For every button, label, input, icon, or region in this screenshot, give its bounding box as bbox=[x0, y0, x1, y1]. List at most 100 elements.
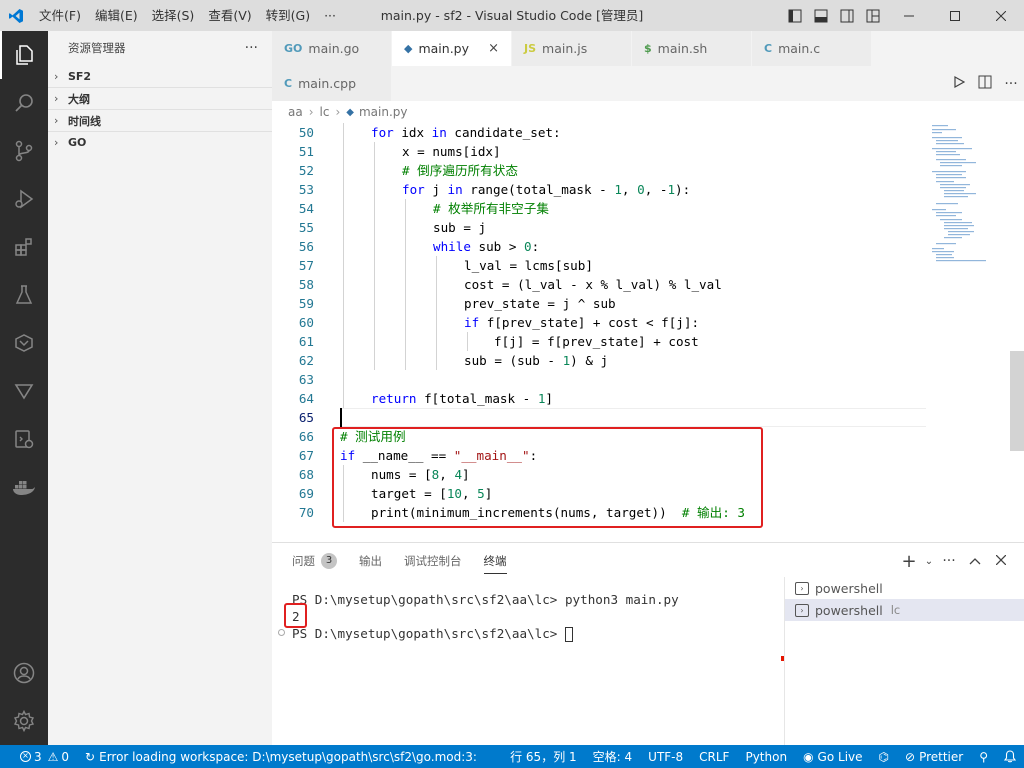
line-number: 60 bbox=[298, 315, 314, 330]
warning-icon: ⚠ bbox=[47, 749, 59, 764]
close-panel-icon[interactable] bbox=[988, 553, 1014, 569]
breadcrumb-lc[interactable]: lc bbox=[320, 105, 330, 119]
section-label: SF2 bbox=[68, 69, 92, 83]
line-number: 50 bbox=[298, 125, 314, 140]
explorer-sidebar: 资源管理器 ··· › SF2 › 大纲 › 时间线 › GO bbox=[48, 31, 272, 745]
testing-flask-icon[interactable] bbox=[0, 271, 48, 319]
close-tab-icon[interactable]: × bbox=[488, 41, 499, 56]
tab-output[interactable]: 输出 bbox=[359, 543, 382, 579]
indentation[interactable]: 空格: 4 bbox=[585, 748, 641, 765]
run-debug-icon[interactable] bbox=[0, 175, 48, 223]
editor-area: GO main.go ◆ main.py × JS main.js $ main… bbox=[272, 31, 1024, 542]
section-label: GO bbox=[68, 136, 87, 149]
menu-more[interactable]: ··· bbox=[317, 0, 343, 31]
copilot-icon[interactable]: ⌬ bbox=[871, 750, 897, 764]
activity-bar bbox=[0, 31, 48, 745]
terminal-prompt: PS D:\mysetup\gopath\src\sf2\aa\lc> bbox=[292, 625, 573, 642]
code-line: cost = (l_val - x % l_val) % l_val bbox=[464, 277, 722, 292]
code-comment: # 枚举所有非空子集 bbox=[433, 201, 549, 216]
toggle-primary-sidebar-icon[interactable] bbox=[782, 0, 808, 31]
command-decoration-icon bbox=[278, 629, 285, 636]
settings-sync-icon[interactable] bbox=[0, 415, 48, 463]
breadcrumb-file[interactable]: main.py bbox=[359, 105, 408, 119]
chevron-down-icon[interactable]: ⌄ bbox=[922, 556, 936, 567]
menu-go[interactable]: 转到(G) bbox=[259, 0, 317, 31]
line-number: 66 bbox=[298, 429, 314, 444]
filter-icon[interactable] bbox=[0, 367, 48, 415]
customize-layout-icon[interactable] bbox=[860, 0, 886, 31]
feedback-icon[interactable]: ⚲ bbox=[971, 750, 996, 764]
tab-problems[interactable]: 问题 3 bbox=[292, 543, 337, 579]
section-timeline[interactable]: › 时间线 bbox=[48, 109, 272, 131]
remote-indicator[interactable] bbox=[0, 745, 12, 768]
section-label: 时间线 bbox=[68, 114, 101, 128]
remote-explorer-icon[interactable] bbox=[0, 319, 48, 367]
indent-guide bbox=[467, 332, 468, 351]
chevron-right-icon: › bbox=[54, 136, 59, 149]
section-sf2[interactable]: › SF2 bbox=[48, 65, 272, 87]
notifications-bell-icon[interactable] bbox=[996, 750, 1024, 763]
manage-gear-icon[interactable] bbox=[0, 697, 48, 745]
cpp-file-icon: C bbox=[284, 77, 293, 90]
workspace-error-status[interactable]: ↻ Error loading workspace: D:\mysetup\go… bbox=[77, 750, 489, 764]
menu-view[interactable]: 查看(V) bbox=[201, 0, 258, 31]
tab-debug-console[interactable]: 调试控制台 bbox=[404, 543, 462, 579]
prettier-button[interactable]: ⊘ Prettier bbox=[897, 750, 971, 764]
section-go[interactable]: › GO bbox=[48, 131, 272, 153]
account-icon[interactable] bbox=[0, 649, 48, 697]
source-control-icon[interactable] bbox=[0, 127, 48, 175]
tab-main-c[interactable]: C main.c bbox=[752, 31, 872, 66]
more-actions-icon[interactable]: ··· bbox=[998, 76, 1024, 92]
editor-scrollbar-thumb[interactable] bbox=[1010, 351, 1024, 451]
docker-icon[interactable] bbox=[0, 463, 48, 511]
minimize-button[interactable] bbox=[886, 0, 932, 31]
toggle-secondary-sidebar-icon[interactable] bbox=[834, 0, 860, 31]
search-icon[interactable] bbox=[0, 79, 48, 127]
close-window-button[interactable] bbox=[978, 0, 1024, 31]
more-actions-icon[interactable]: ··· bbox=[936, 553, 962, 569]
run-file-icon[interactable] bbox=[946, 75, 972, 92]
split-editor-icon[interactable] bbox=[972, 75, 998, 93]
code-line: return f[total_mask - 1] bbox=[371, 391, 554, 406]
python-file-icon: ◆ bbox=[346, 106, 354, 118]
terminal-item-powershell-lc[interactable]: › powershell lc bbox=[785, 599, 1024, 621]
menu-selection[interactable]: 选择(S) bbox=[145, 0, 202, 31]
go-live-button[interactable]: ◉ Go Live bbox=[795, 750, 870, 764]
end-of-line[interactable]: CRLF bbox=[691, 750, 737, 764]
code-editor[interactable]: 50 for idx in candidate_set: 51 x = nums[i… bbox=[272, 123, 1024, 542]
error-count: 3 bbox=[34, 749, 42, 764]
explorer-icon[interactable] bbox=[0, 31, 48, 79]
maximize-panel-icon[interactable] bbox=[962, 553, 988, 569]
terminal-item-powershell[interactable]: › powershell bbox=[785, 577, 1024, 599]
menu-file[interactable]: 文件(F) bbox=[32, 0, 88, 31]
tab-terminal[interactable]: 终端 bbox=[483, 548, 507, 574]
tab-main-js[interactable]: JS main.js bbox=[512, 31, 632, 66]
problems-status[interactable]: × 3 ⚠ 0 bbox=[12, 750, 77, 764]
go-live-label: Go Live bbox=[817, 749, 863, 764]
cursor-position[interactable]: 行 65，列 1 bbox=[502, 748, 585, 765]
line-number: 64 bbox=[298, 391, 314, 406]
workspace-error-message: Error loading workspace: D:\mysetup\gopa… bbox=[99, 749, 481, 764]
menu-edit[interactable]: 编辑(E) bbox=[88, 0, 145, 31]
tab-main-cpp[interactable]: C main.cpp bbox=[272, 66, 392, 101]
terminal-label: powershell bbox=[815, 602, 883, 618]
new-terminal-icon[interactable]: + bbox=[896, 551, 922, 572]
sidebar-more-button[interactable]: ··· bbox=[245, 40, 258, 56]
terminal-cursor bbox=[564, 627, 573, 642]
maximize-button[interactable] bbox=[932, 0, 978, 31]
language-mode[interactable]: Python bbox=[737, 750, 795, 764]
sidebar-title: 资源管理器 bbox=[68, 41, 126, 55]
terminal-line: PS D:\mysetup\gopath\src\sf2\aa\lc> pyth… bbox=[292, 592, 679, 607]
breadcrumb-aa[interactable]: aa bbox=[288, 105, 303, 119]
encoding[interactable]: UTF-8 bbox=[640, 750, 691, 764]
tab-main-sh[interactable]: $ main.sh bbox=[632, 31, 752, 66]
terminal-list: › powershell › powershell lc bbox=[784, 577, 1024, 746]
tab-main-py[interactable]: ◆ main.py × bbox=[392, 31, 512, 66]
tab-main-go[interactable]: GO main.go bbox=[272, 31, 392, 66]
extensions-icon[interactable] bbox=[0, 223, 48, 271]
section-outline[interactable]: › 大纲 bbox=[48, 87, 272, 109]
highlight-box-output bbox=[284, 603, 307, 628]
toggle-panel-icon[interactable] bbox=[808, 0, 834, 31]
minimap[interactable] bbox=[928, 123, 1008, 283]
highlight-box-test-code bbox=[332, 427, 763, 528]
